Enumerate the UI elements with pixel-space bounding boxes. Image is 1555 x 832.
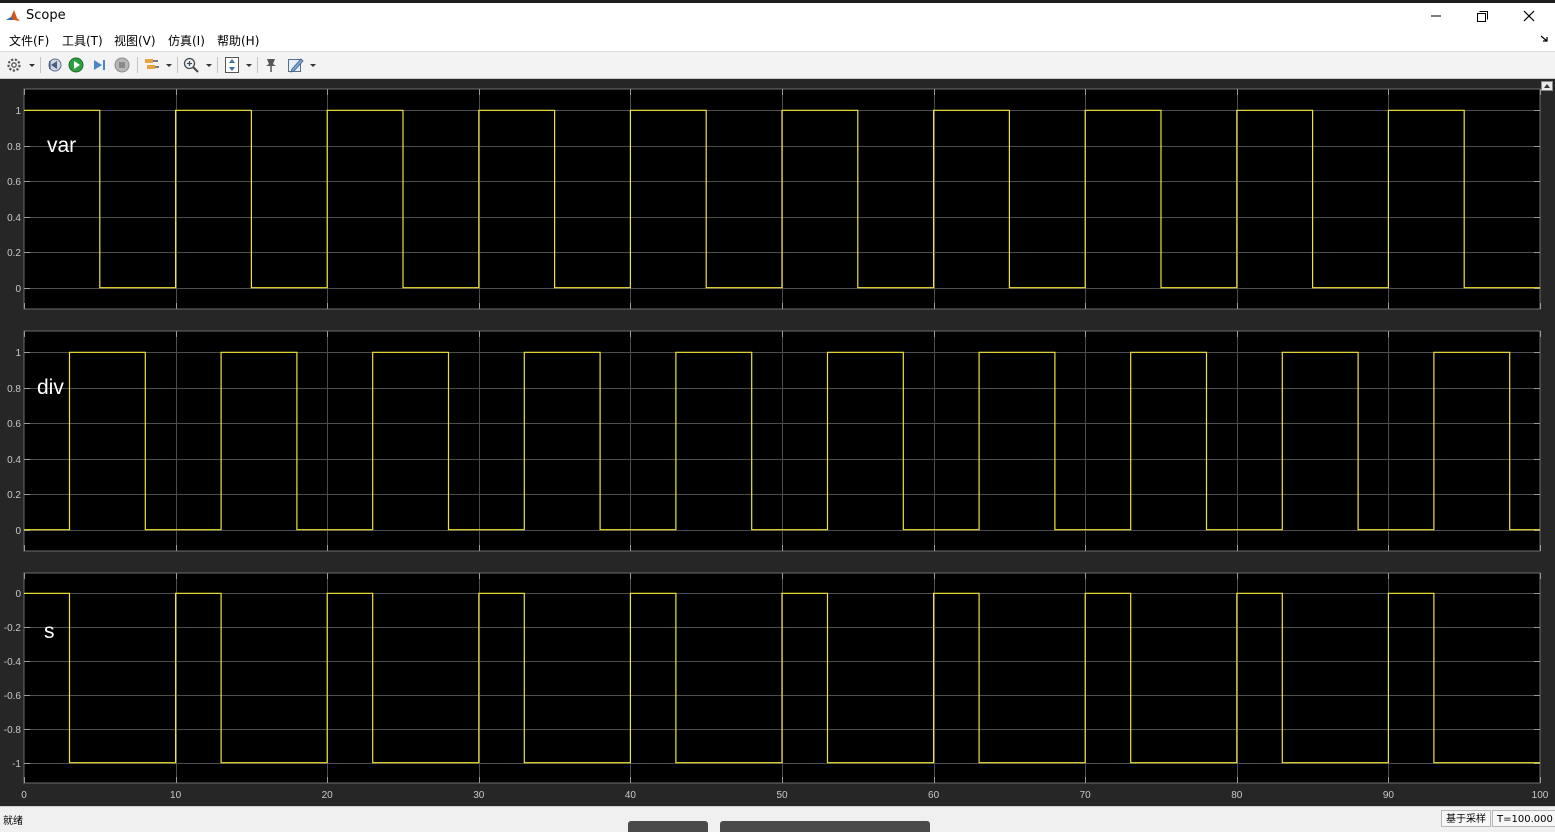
axes-label-var: var bbox=[47, 134, 76, 157]
pin-icon[interactable] bbox=[262, 56, 280, 74]
scope-plot-area: 1 0.8 0.6 0.4 0.2 0 var 1 0.8 0.6 0.4 0.2 0 div 0 -0.2 -… bbox=[0, 80, 1555, 806]
axes-s: 0 -0.2 -0.4 -0.6 -0.8 -1 s 0 10 20 30 40 50 60 70 80 90 1… bbox=[4, 572, 1549, 801]
chevron-down-icon[interactable] bbox=[246, 64, 252, 67]
window-title: Scope bbox=[26, 8, 66, 23]
title-bar: Scope bbox=[0, 0, 1555, 30]
minimize-icon bbox=[1431, 15, 1441, 17]
restore-button[interactable] bbox=[1459, 3, 1505, 30]
menu-view[interactable]: 视图(V) bbox=[114, 32, 156, 49]
toolbar bbox=[0, 51, 1555, 79]
dock-arrow-icon[interactable] bbox=[1540, 34, 1549, 43]
chevron-down-icon[interactable] bbox=[29, 64, 35, 67]
plot-canvas[interactable]: 1 0.8 0.6 0.4 0.2 0 var 1 0.8 0.6 0.4 0.2 0 div 0 -0.2 -… bbox=[0, 80, 1555, 806]
status-ready-text: 就绪 bbox=[3, 816, 23, 827]
axes-div: 1 0.8 0.6 0.4 0.2 0 div bbox=[7, 330, 1541, 552]
x-tick-label: 60 bbox=[928, 790, 940, 801]
sim-time-indicator: T=100.000 bbox=[1492, 810, 1555, 827]
menu-help[interactable]: 帮助(H) bbox=[217, 32, 259, 49]
toolbar-separator bbox=[177, 57, 178, 73]
chevron-down-icon[interactable] bbox=[206, 64, 212, 67]
undock-arrow-icon[interactable] bbox=[1541, 81, 1553, 91]
y-tick-label: 0.2 bbox=[7, 248, 21, 259]
toolbar-separator bbox=[137, 57, 138, 73]
x-tick-label: 20 bbox=[322, 790, 334, 801]
menu-tools[interactable]: 工具(T) bbox=[62, 32, 103, 49]
x-tick-label: 10 bbox=[170, 790, 182, 801]
menu-simulation[interactable]: 仿真(I) bbox=[168, 32, 205, 49]
y-tick-label: 0 bbox=[15, 284, 21, 295]
y-tick-label: 0.8 bbox=[7, 384, 21, 395]
step-forward-icon[interactable] bbox=[90, 56, 108, 74]
stop-icon[interactable] bbox=[113, 56, 131, 74]
y-tick-label: -1 bbox=[12, 759, 21, 770]
minimize-button[interactable] bbox=[1413, 3, 1459, 30]
chevron-down-icon[interactable] bbox=[166, 64, 172, 67]
scale-axes-icon[interactable] bbox=[223, 56, 241, 74]
matlab-icon bbox=[5, 8, 21, 24]
y-tick-label: -0.4 bbox=[4, 657, 22, 668]
signal-trace-var bbox=[24, 109, 1540, 289]
x-tick-label: 40 bbox=[625, 790, 637, 801]
sampling-mode-indicator: 基于采样 bbox=[1441, 810, 1491, 827]
y-tick-label: -0.2 bbox=[4, 623, 22, 634]
y-tick-label: 0.4 bbox=[7, 455, 21, 466]
y-tick-label: 1 bbox=[15, 106, 21, 117]
step-back-icon[interactable] bbox=[45, 56, 63, 74]
toolbar-separator bbox=[257, 57, 258, 73]
y-tick-label: 0 bbox=[15, 589, 21, 600]
axes-label-div: div bbox=[37, 376, 64, 399]
axes-label-s: s bbox=[44, 620, 55, 643]
y-tick-label: -0.6 bbox=[4, 691, 22, 702]
axes-var: 1 0.8 0.6 0.4 0.2 0 var bbox=[7, 88, 1541, 310]
close-icon bbox=[1523, 10, 1535, 22]
y-tick-label: 0.6 bbox=[7, 177, 21, 188]
close-button[interactable] bbox=[1506, 3, 1552, 30]
menu-file[interactable]: 文件(F) bbox=[9, 32, 49, 49]
x-tick-label: 80 bbox=[1231, 790, 1243, 801]
menu-bar: 文件(F) 工具(T) 视图(V) 仿真(I) 帮助(H) bbox=[0, 30, 1555, 51]
edit-style-icon[interactable] bbox=[286, 56, 304, 74]
taskbar-tab[interactable] bbox=[628, 821, 708, 832]
run-icon[interactable] bbox=[67, 56, 85, 74]
x-tick-label: 100 bbox=[1532, 790, 1549, 801]
y-tick-label: 0.6 bbox=[7, 419, 21, 430]
settings-icon[interactable] bbox=[5, 56, 23, 74]
y-tick-label: -0.8 bbox=[4, 725, 22, 736]
toolbar-separator bbox=[217, 57, 218, 73]
x-tick-label: 70 bbox=[1080, 790, 1092, 801]
x-tick-label: 0 bbox=[21, 790, 27, 801]
restore-icon bbox=[1477, 11, 1488, 22]
y-tick-label: 0 bbox=[15, 526, 21, 537]
y-tick-label: 0.8 bbox=[7, 142, 21, 153]
taskbar-tab[interactable] bbox=[720, 821, 930, 832]
y-tick-label: 0.2 bbox=[7, 490, 21, 501]
highlight-icon[interactable] bbox=[143, 56, 161, 74]
x-tick-label: 50 bbox=[776, 790, 788, 801]
x-tick-label: 90 bbox=[1383, 790, 1395, 801]
zoom-icon[interactable] bbox=[182, 56, 200, 74]
chevron-down-icon[interactable] bbox=[310, 64, 316, 67]
y-tick-label: 0.4 bbox=[7, 213, 21, 224]
toolbar-separator bbox=[40, 57, 41, 73]
y-tick-label: 1 bbox=[15, 348, 21, 359]
x-tick-label: 30 bbox=[473, 790, 485, 801]
